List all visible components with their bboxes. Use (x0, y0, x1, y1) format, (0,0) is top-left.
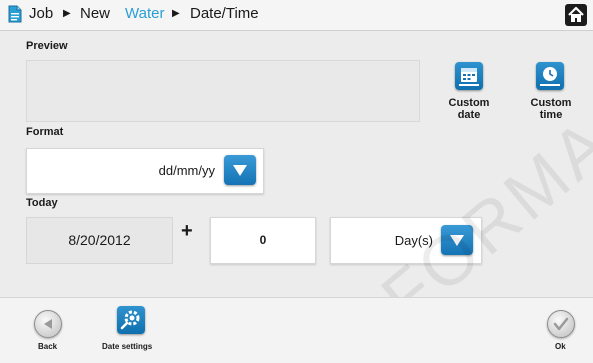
format-value: dd/mm/yy (158, 163, 215, 178)
custom-date-label-line2: date (457, 109, 481, 121)
home-button[interactable] (565, 4, 587, 26)
date-settings-label: Date settings (102, 342, 153, 351)
preview-field (26, 60, 420, 122)
breadcrumb-separator-icon: ▶ (63, 8, 71, 19)
page-title: Date/Time (190, 5, 259, 22)
today-date-display: 8/20/2012 (26, 217, 173, 264)
ok-check-icon (547, 310, 575, 338)
format-dropdown[interactable]: dd/mm/yy (26, 148, 264, 194)
calendar-icon (455, 62, 483, 90)
today-label: Today (26, 197, 58, 209)
back-icon (34, 310, 62, 338)
gear-icon (117, 306, 145, 334)
breadcrumb-bar: Job ▶ New Water ▶ Date/Time (0, 0, 593, 31)
chevron-down-icon (450, 235, 464, 246)
unit-dropdown-button[interactable] (441, 225, 473, 255)
clock-icon (536, 62, 564, 90)
chevron-down-icon (233, 165, 247, 176)
unit-value: Day(s) (394, 233, 433, 248)
custom-time-label-line1: Custom (530, 97, 572, 109)
home-icon (568, 6, 584, 22)
breadcrumb-water[interactable]: Water (125, 4, 164, 24)
custom-date-label-line1: Custom (448, 97, 490, 109)
date-time-screen: Job ▶ New Water ▶ Date/Time Preview Cust… (0, 0, 593, 363)
custom-time-label-line2: time (539, 109, 563, 121)
footer-toolbar: Back Date settings Ok (0, 297, 593, 363)
format-label: Format (26, 126, 64, 138)
breadcrumb-separator-icon: ▶ (172, 8, 180, 19)
document-icon (8, 5, 22, 23)
preview-label: Preview (26, 40, 68, 52)
today-date-value: 8/20/2012 (68, 232, 131, 248)
offset-input[interactable]: 0 (210, 217, 316, 264)
offset-value: 0 (259, 233, 267, 247)
ok-label: Ok (555, 342, 566, 351)
breadcrumb-job[interactable]: Job (29, 4, 53, 24)
breadcrumb-new[interactable]: New (80, 4, 110, 24)
back-label: Back (38, 342, 58, 351)
format-dropdown-button[interactable] (224, 155, 256, 185)
plus-sign: + (181, 220, 193, 242)
unit-dropdown[interactable]: Day(s) (330, 217, 482, 264)
